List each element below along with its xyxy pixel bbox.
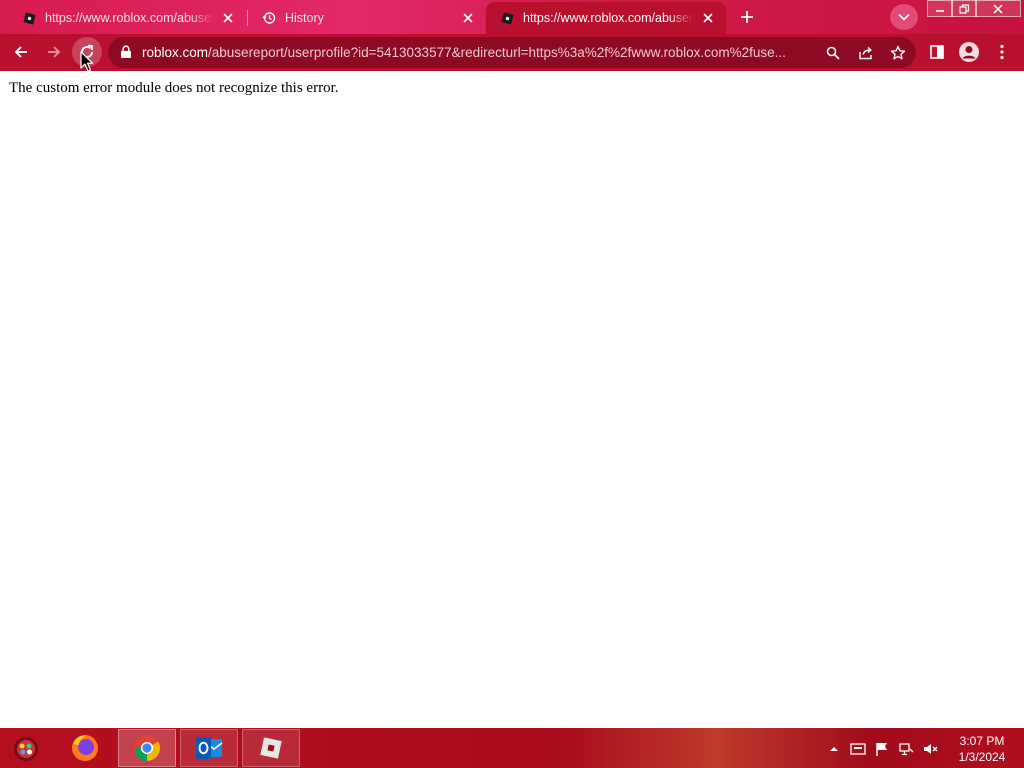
back-button[interactable] <box>6 37 36 67</box>
close-icon <box>993 3 1003 14</box>
action-center-icon[interactable] <box>850 741 866 757</box>
volume-muted-icon[interactable] <box>922 741 938 757</box>
start-orb-icon <box>14 737 38 761</box>
address-bar[interactable]: roblox.com/abusereport/userprofile?id=54… <box>108 37 916 68</box>
start-button[interactable] <box>8 731 44 767</box>
close-window-button[interactable] <box>975 0 1021 17</box>
arrow-right-icon <box>48 46 61 58</box>
tab-roblox-1[interactable]: https://www.roblox.com/abusere <box>8 2 246 34</box>
taskbar: 3:07 PM 1/3/2024 <box>0 728 1024 768</box>
kebab-menu-icon <box>1000 44 1004 60</box>
arrow-left-icon <box>14 46 27 58</box>
minimize-icon <box>936 9 944 12</box>
outlook-icon <box>196 737 223 759</box>
history-icon <box>262 11 276 25</box>
taskbar-firefox[interactable] <box>56 729 114 767</box>
profile-button[interactable] <box>954 37 984 67</box>
roblox-icon <box>500 11 514 25</box>
new-tab-button[interactable] <box>733 3 761 31</box>
tab-title: https://www.roblox.com/abusere <box>523 11 694 25</box>
restore-icon <box>958 3 969 14</box>
close-tab-icon[interactable] <box>700 10 716 26</box>
chrome-icon <box>134 735 161 762</box>
close-tab-icon[interactable] <box>460 10 476 26</box>
tab-roblox-active[interactable]: https://www.roblox.com/abusere <box>486 2 726 34</box>
close-tab-icon[interactable] <box>220 10 236 26</box>
search-icon[interactable] <box>824 44 842 62</box>
network-icon[interactable] <box>898 741 914 757</box>
roblox-icon <box>260 737 282 759</box>
flag-icon[interactable] <box>874 741 890 757</box>
taskbar-roblox[interactable] <box>242 729 300 767</box>
tab-history[interactable]: History <box>248 2 486 34</box>
tab-title: History <box>285 11 324 25</box>
plus-icon <box>741 11 753 23</box>
error-message: The custom error module does not recogni… <box>9 80 339 96</box>
taskbar-outlook[interactable] <box>180 729 238 767</box>
url-path: /abusereport/userprofile?id=5413033577&r… <box>208 45 786 60</box>
tab-search-button[interactable] <box>890 4 918 30</box>
url-host: roblox.com <box>142 45 209 60</box>
share-icon[interactable] <box>857 44 875 62</box>
taskbar-chrome[interactable] <box>118 729 176 767</box>
chevron-up-icon <box>830 747 838 751</box>
roblox-icon <box>22 11 36 25</box>
avatar-icon <box>959 42 979 62</box>
lock-icon[interactable] <box>120 45 134 59</box>
clock-time: 3:07 PM <box>959 734 1005 748</box>
mouse-cursor-icon <box>80 51 93 72</box>
show-hidden-icons-button[interactable] <box>826 741 842 757</box>
chevron-down-icon <box>898 13 910 21</box>
star-icon[interactable] <box>889 44 907 62</box>
menu-button[interactable] <box>987 37 1017 67</box>
minimize-button[interactable] <box>927 0 953 17</box>
tab-strip: https://www.roblox.com/abusere History h… <box>0 0 1024 34</box>
side-panel-button[interactable] <box>922 37 952 67</box>
url-text[interactable]: roblox.com/abusereport/userprofile?id=54… <box>142 45 822 61</box>
tab-title: https://www.roblox.com/abusere <box>45 11 214 25</box>
restore-button[interactable] <box>951 0 977 17</box>
firefox-icon <box>72 735 98 761</box>
browser-toolbar: roblox.com/abusereport/userprofile?id=54… <box>0 34 1024 71</box>
clock-date: 1/3/2024 <box>958 750 1006 764</box>
side-panel-icon <box>930 45 944 59</box>
forward-button[interactable] <box>39 37 69 67</box>
taskbar-clock[interactable]: 3:07 PM 1/3/2024 <box>952 733 1012 765</box>
page-content: The custom error module does not recogni… <box>0 71 1024 728</box>
